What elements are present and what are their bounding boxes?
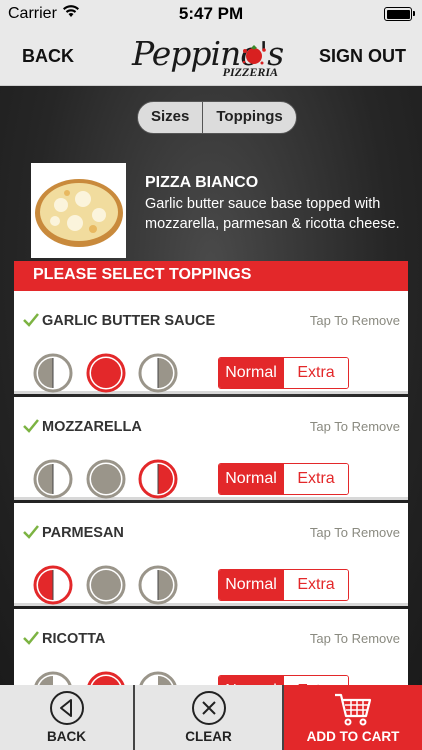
app-header: BACK Peppino's PIZZERIA SIGN OUT [0, 28, 422, 86]
status-bar: Carrier 5:47 PM [0, 0, 422, 28]
size-toppings-segment: Sizes Toppings [137, 101, 297, 134]
pizza-image [31, 163, 126, 258]
topping-name: RICOTTA [42, 631, 106, 647]
left-half-icon[interactable] [33, 671, 73, 686]
tab-toppings[interactable]: Toppings [202, 102, 295, 133]
logo-subtitle: PIZZERIA [222, 65, 278, 79]
extra-button[interactable]: Extra [283, 570, 348, 600]
sign-out-button[interactable]: SIGN OUT [319, 46, 406, 67]
right-half-icon[interactable] [138, 565, 178, 605]
amount-toggle: Normal Extra [218, 463, 349, 495]
add-to-cart-button[interactable]: ADD TO CART [284, 685, 422, 750]
topping-row: MOZZARELLA Tap To Remove Normal Extra [14, 397, 408, 500]
right-half-icon[interactable] [138, 459, 178, 499]
pizza-description: Garlic butter sauce base topped with moz… [145, 196, 400, 232]
tab-sizes[interactable]: Sizes [138, 102, 202, 133]
clear-label: CLEAR [185, 729, 232, 744]
pizza-title: PIZZA BIANCO [145, 174, 259, 191]
whole-pizza-icon[interactable] [86, 671, 126, 686]
shopping-cart-icon [335, 693, 372, 726]
topping-name: MOZZARELLA [42, 419, 142, 435]
clock: 5:47 PM [178, 4, 244, 23]
whole-pizza-icon[interactable] [86, 353, 126, 393]
topping-row: GARLIC BUTTER SAUCE Tap To Remove Normal… [14, 291, 408, 394]
check-icon [23, 631, 39, 645]
right-half-icon[interactable] [138, 671, 178, 686]
normal-button[interactable]: Normal [219, 358, 283, 388]
add-to-cart-label: ADD TO CART [306, 729, 400, 744]
x-circle-icon [191, 691, 226, 725]
left-half-icon[interactable] [33, 353, 73, 393]
toppings-list: GARLIC BUTTER SAUCE Tap To Remove Normal… [14, 291, 408, 686]
tap-to-remove-button[interactable]: Tap To Remove [310, 313, 400, 328]
whole-pizza-icon[interactable] [86, 459, 126, 499]
whole-pizza-icon[interactable] [86, 565, 126, 605]
toppings-header: PLEASE SELECT TOPPINGS [14, 261, 408, 291]
back-button[interactable]: BACK [0, 685, 135, 750]
topping-row: RICOTTA Tap To Remove Normal Extra [14, 609, 408, 686]
back-label: BACK [47, 729, 86, 744]
tap-to-remove-button[interactable]: Tap To Remove [310, 631, 400, 646]
check-icon [23, 313, 39, 327]
clear-button[interactable]: CLEAR [135, 685, 284, 750]
left-half-icon[interactable] [33, 459, 73, 499]
right-half-icon[interactable] [138, 353, 178, 393]
topping-name: GARLIC BUTTER SAUCE [42, 313, 216, 329]
extra-button[interactable]: Extra [283, 464, 348, 494]
amount-toggle: Normal Extra [218, 357, 349, 389]
left-half-icon[interactable] [33, 565, 73, 605]
normal-button[interactable]: Normal [219, 570, 283, 600]
check-icon [23, 419, 39, 433]
header-back-button[interactable]: BACK [22, 46, 74, 67]
extra-button[interactable]: Extra [283, 358, 348, 388]
bottom-toolbar: BACK CLEAR ADD TO CART [0, 685, 422, 750]
peppinos-logo: Peppino's PIZZERIA [128, 32, 288, 82]
left-arrow-circle-icon [49, 691, 84, 725]
amount-toggle: Normal Extra [218, 569, 349, 601]
topping-row: PARMESAN Tap To Remove Normal Extra [14, 503, 408, 606]
normal-button[interactable]: Normal [219, 464, 283, 494]
tap-to-remove-button[interactable]: Tap To Remove [310, 525, 400, 540]
battery-icon [384, 7, 415, 21]
tap-to-remove-button[interactable]: Tap To Remove [310, 419, 400, 434]
check-icon [23, 525, 39, 539]
topping-name: PARMESAN [42, 525, 124, 541]
